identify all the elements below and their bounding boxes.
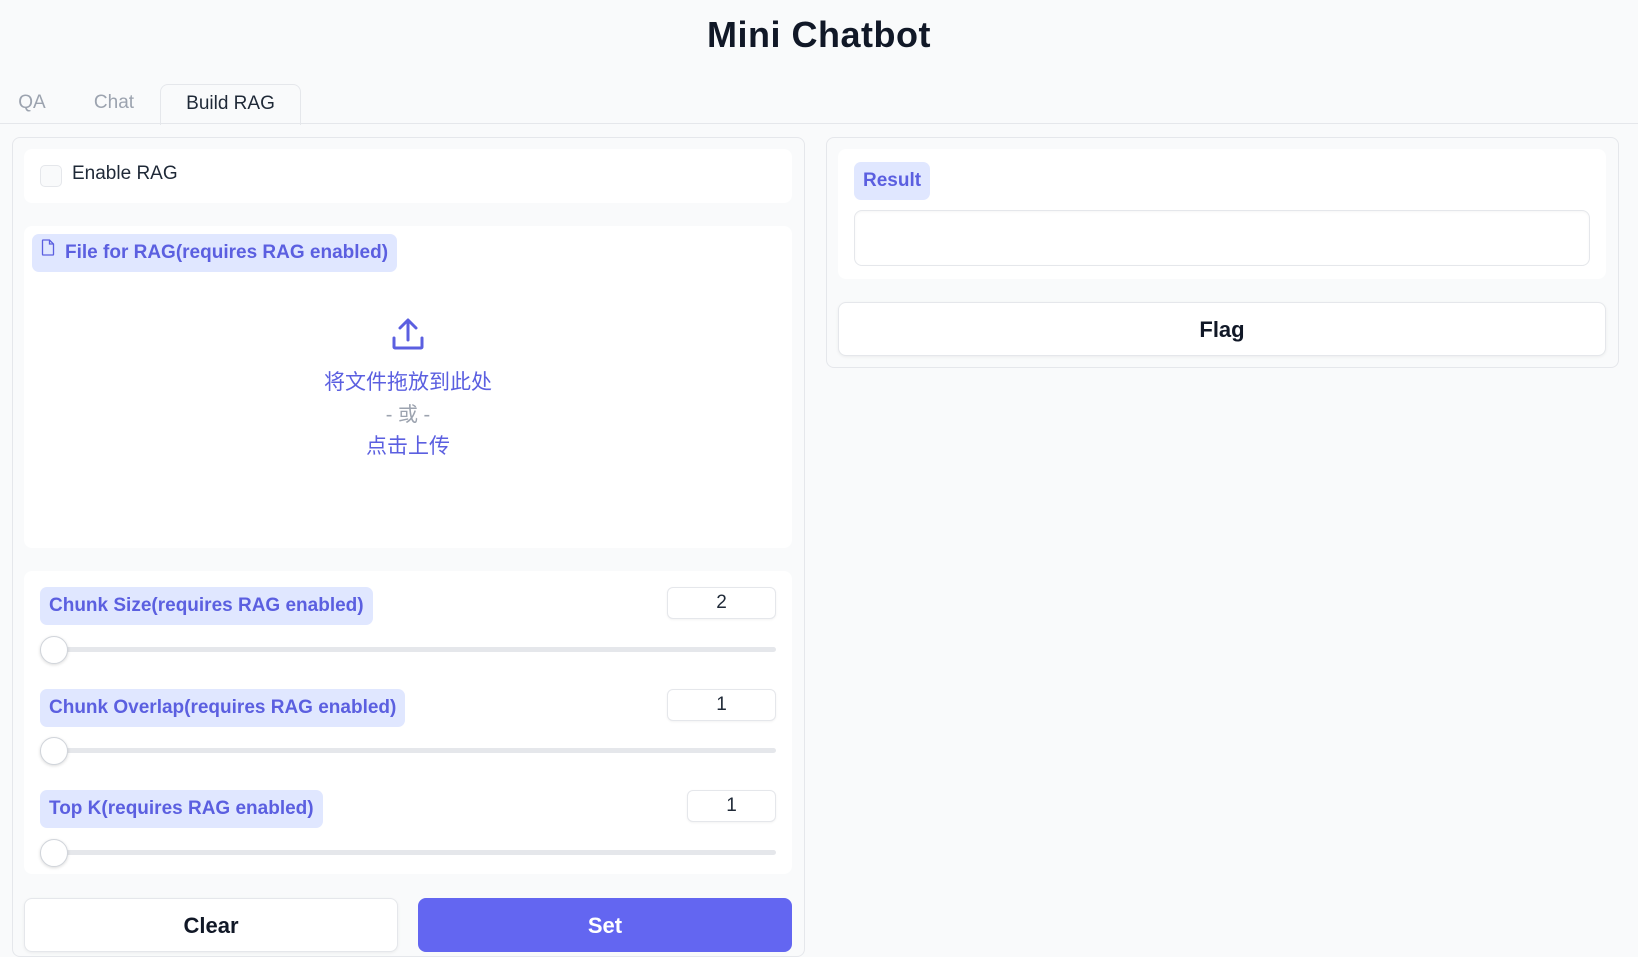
click-upload-text[interactable]: 点击上传 xyxy=(24,431,792,463)
clear-button[interactable]: Clear xyxy=(24,898,398,952)
result-card: Result xyxy=(838,149,1606,279)
file-upload-label-badge: File for RAG(requires RAG enabled) xyxy=(32,232,398,272)
rag-parameters-card: Chunk Size(requires RAG enabled) 2 Chunk… xyxy=(24,571,792,874)
chunk-overlap-input[interactable]: 1 xyxy=(667,689,776,721)
top-k-slider-track[interactable] xyxy=(40,850,776,855)
tab-build-rag[interactable]: Build RAG xyxy=(160,84,301,125)
enable-rag-checkbox[interactable] xyxy=(40,165,62,187)
drop-zone[interactable]: 将文件拖放到此处 - 或 - 点击上传 xyxy=(24,316,792,463)
page-title: Mini Chatbot xyxy=(707,14,931,55)
chunk-size-label: Chunk Size(requires RAG enabled) xyxy=(40,587,373,625)
result-textarea[interactable] xyxy=(854,210,1590,266)
build-rag-panel: Enable RAG File for RAG(requires RAG ena… xyxy=(12,137,805,957)
tab-chat[interactable]: Chat xyxy=(86,84,142,124)
file-upload-card[interactable]: File for RAG(requires RAG enabled) 将文件拖放… xyxy=(24,226,792,548)
chunk-overlap-slider-thumb[interactable] xyxy=(40,737,68,765)
enable-rag-label[interactable]: Enable RAG xyxy=(72,163,178,185)
chunk-overlap-slider-track[interactable] xyxy=(40,748,776,753)
top-k-slider-thumb[interactable] xyxy=(40,839,68,867)
set-button[interactable]: Set xyxy=(418,898,792,952)
drop-text: 将文件拖放到此处 xyxy=(324,371,492,394)
top-k-label: Top K(requires RAG enabled) xyxy=(40,790,323,828)
chunk-size-input[interactable]: 2 xyxy=(667,587,776,619)
drop-or-text: - 或 - xyxy=(385,404,431,426)
result-panel: Result Flag xyxy=(826,137,1619,368)
tab-divider xyxy=(0,123,1638,124)
chunk-size-slider-track[interactable] xyxy=(40,647,776,652)
chunk-size-slider-thumb[interactable] xyxy=(40,636,68,664)
file-upload-label: File for RAG(requires RAG enabled) xyxy=(65,242,389,263)
tab-qa[interactable]: QA xyxy=(12,84,52,124)
upload-icon xyxy=(24,316,792,357)
file-icon xyxy=(41,232,55,270)
enable-rag-card: Enable RAG xyxy=(24,149,792,203)
flag-button[interactable]: Flag xyxy=(838,302,1606,356)
tab-bar: QA Chat Build RAG xyxy=(0,84,1638,125)
top-k-input[interactable]: 1 xyxy=(687,790,776,822)
chunk-overlap-label: Chunk Overlap(requires RAG enabled) xyxy=(40,689,406,727)
app-root: Mini Chatbot QA Chat Build RAG Enable RA… xyxy=(0,0,1638,957)
result-label: Result xyxy=(854,162,931,200)
